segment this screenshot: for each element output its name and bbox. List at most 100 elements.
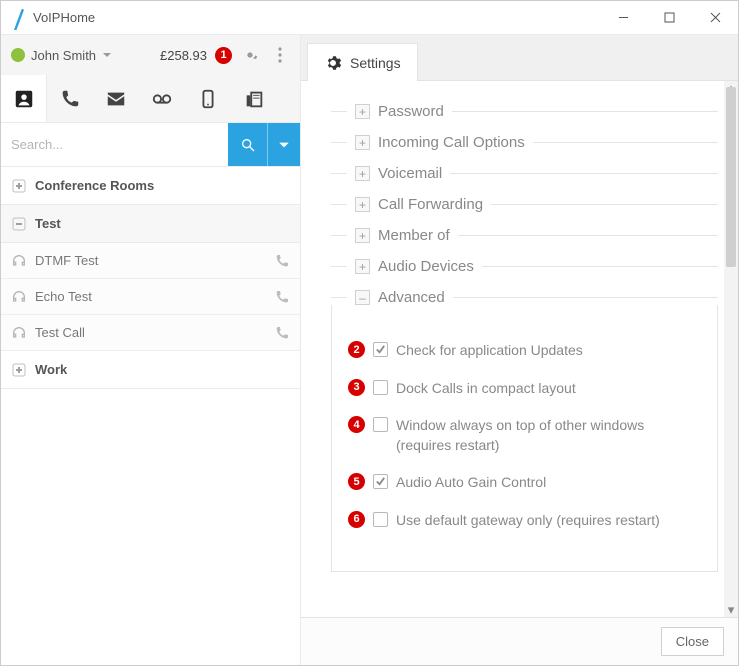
contact-label: Echo Test [35, 289, 92, 304]
phone-icon[interactable] [274, 253, 290, 269]
annotation-badge-3: 3 [348, 379, 365, 396]
option-label: Dock Calls in compact layout [396, 379, 701, 399]
tab-messages[interactable] [93, 75, 139, 122]
section-label: Audio Devices [378, 258, 474, 275]
scroll-down-arrow-icon[interactable]: ▾ [724, 603, 738, 617]
settings-tabbar: Settings [301, 35, 738, 81]
presence-indicator-icon[interactable] [11, 48, 25, 62]
checkbox-auto-gain[interactable] [373, 474, 388, 489]
option-default-gateway: 6 Use default gateway only (requires res… [348, 511, 701, 531]
section-audio-devices[interactable]: + Audio Devices [331, 258, 718, 275]
group-test[interactable]: Test [1, 205, 300, 243]
close-button[interactable]: Close [661, 627, 724, 656]
checkbox-always-on-top[interactable] [373, 417, 388, 432]
annotation-badge-6: 6 [348, 511, 365, 528]
plus-icon: + [355, 228, 370, 243]
settings-body: + Password + Incoming Call Options + Voicem… [301, 81, 738, 617]
app-window: VoIPHome John Smith £258.93 1 [0, 0, 739, 666]
group-label: Work [35, 362, 67, 377]
settings-panel: Settings + Password + Incoming Call Option… [301, 35, 738, 665]
settings-footer: Close [301, 617, 738, 665]
section-label: Password [378, 103, 444, 120]
app-title: VoIPHome [33, 10, 95, 25]
settings-gear-icon[interactable] [238, 43, 262, 67]
section-advanced-header[interactable]: –Advanced [331, 289, 718, 306]
section-label: Member of [378, 227, 450, 244]
app-icon [13, 9, 25, 27]
balance-amount: £258.93 [160, 48, 207, 63]
tab-calls[interactable] [47, 75, 93, 122]
phone-icon[interactable] [274, 289, 290, 305]
section-incoming-call-options[interactable]: + Incoming Call Options [331, 134, 718, 151]
minus-icon: – [355, 290, 370, 305]
option-label: Check for application Updates [396, 341, 701, 361]
phone-icon[interactable] [274, 325, 290, 341]
vertical-scrollbar[interactable]: ▴ ▾ [724, 81, 738, 617]
scrollbar-thumb[interactable] [726, 87, 736, 267]
search-dropdown-button[interactable] [268, 123, 300, 166]
contact-test-call[interactable]: Test Call [1, 315, 300, 351]
sidebar: John Smith £258.93 1 [1, 35, 301, 665]
section-label: Incoming Call Options [378, 134, 525, 151]
gear-icon [324, 54, 342, 72]
contact-echo-test[interactable]: Echo Test [1, 279, 300, 315]
option-label: Use default gateway only (requires resta… [396, 511, 701, 531]
section-label: Call Forwarding [378, 196, 483, 213]
group-label: Conference Rooms [35, 178, 154, 193]
expand-icon [11, 362, 27, 378]
plus-icon: + [355, 166, 370, 181]
plus-icon: + [355, 259, 370, 274]
tab-contacts[interactable] [1, 75, 47, 122]
plus-icon: + [355, 104, 370, 119]
option-label: Audio Auto Gain Control [396, 473, 701, 493]
annotation-badge-5: 5 [348, 473, 365, 490]
expand-icon [11, 178, 27, 194]
section-voicemail[interactable]: + Voicemail [331, 165, 718, 182]
option-check-updates: 2 Check for application Updates [348, 341, 701, 361]
checkbox-dock-calls[interactable] [373, 380, 388, 395]
user-name[interactable]: John Smith [31, 48, 96, 63]
headset-icon [11, 289, 27, 305]
window-minimize-button[interactable] [600, 1, 646, 34]
contact-dtmf-test[interactable]: DTMF Test [1, 243, 300, 279]
option-label: Window always on top of other windows (r… [396, 416, 701, 455]
checkbox-default-gateway[interactable] [373, 512, 388, 527]
group-label: Test [35, 216, 61, 231]
window-maximize-button[interactable] [646, 1, 692, 34]
chevron-down-icon[interactable] [102, 48, 112, 63]
group-work[interactable]: Work [1, 351, 300, 389]
section-advanced: –Advanced 2 Check for application Update… [331, 289, 718, 572]
plus-icon: + [355, 135, 370, 150]
contact-label: Test Call [35, 325, 85, 340]
collapse-icon [11, 216, 27, 232]
plus-icon: + [355, 197, 370, 212]
contact-label: DTMF Test [35, 253, 98, 268]
search-button[interactable] [228, 123, 268, 166]
headset-icon [11, 253, 27, 269]
search-input[interactable] [1, 123, 228, 166]
section-label: Advanced [378, 289, 445, 306]
group-conference-rooms[interactable]: Conference Rooms [1, 167, 300, 205]
tab-mobile[interactable] [185, 75, 231, 122]
annotation-badge-1: 1 [215, 47, 232, 64]
section-label: Voicemail [378, 165, 442, 182]
settings-tab-label: Settings [350, 55, 401, 71]
tab-fax[interactable] [231, 75, 277, 122]
section-call-forwarding[interactable]: + Call Forwarding [331, 196, 718, 213]
search-row [1, 123, 300, 167]
checkbox-check-updates[interactable] [373, 342, 388, 357]
option-always-on-top: 4 Window always on top of other windows … [348, 416, 701, 455]
titlebar: VoIPHome [1, 1, 738, 35]
tab-voicemail[interactable] [139, 75, 185, 122]
annotation-badge-4: 4 [348, 416, 365, 433]
tab-settings[interactable]: Settings [307, 43, 418, 81]
section-member-of[interactable]: + Member of [331, 227, 718, 244]
annotation-badge-2: 2 [348, 341, 365, 358]
user-header: John Smith £258.93 1 [1, 35, 300, 75]
option-dock-calls: 3 Dock Calls in compact layout [348, 379, 701, 399]
more-menu-icon[interactable] [268, 43, 292, 67]
option-auto-gain: 5 Audio Auto Gain Control [348, 473, 701, 493]
advanced-options: 2 Check for application Updates 3 Dock C… [331, 305, 718, 572]
window-close-button[interactable] [692, 1, 738, 34]
section-password[interactable]: + Password [331, 103, 718, 120]
